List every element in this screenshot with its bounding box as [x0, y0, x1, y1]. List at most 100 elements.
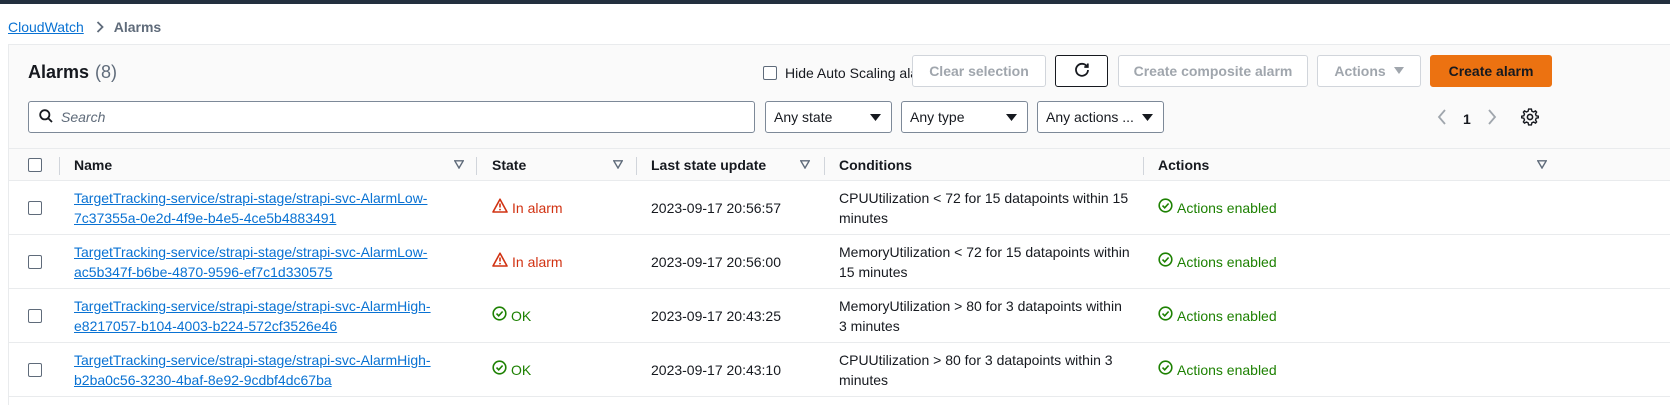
breadcrumb: CloudWatch Alarms — [8, 17, 161, 37]
alarm-count: (8) — [95, 62, 118, 82]
table-row[interactable]: TargetTracking-service/strapi-stage/stra… — [9, 235, 1670, 289]
state-text: OK — [511, 308, 532, 324]
next-page-icon[interactable] — [1487, 109, 1497, 128]
state-text: OK — [511, 362, 532, 378]
column-divider — [824, 157, 825, 175]
check-circle-icon — [492, 360, 511, 380]
column-divider — [59, 157, 60, 175]
last-state-update: 2023-09-17 20:43:25 — [651, 308, 781, 324]
actions-text: Actions enabled — [1177, 308, 1277, 324]
table-row[interactable]: TargetTracking-service/strapi-stage/stra… — [9, 181, 1670, 235]
clear-selection-button[interactable]: Clear selection — [912, 55, 1046, 87]
actions-enabled-status: Actions enabled — [1158, 360, 1277, 380]
actions-enabled-status: Actions enabled — [1158, 198, 1277, 218]
last-state-update: 2023-09-17 20:43:10 — [651, 362, 781, 378]
conditions-text: CPUUtilization < 72 for 15 datapoints wi… — [839, 190, 1129, 226]
state-filter-select[interactable]: Any state — [765, 101, 892, 133]
sort-caret-icon[interactable] — [1537, 160, 1547, 169]
row-checkbox[interactable] — [28, 363, 42, 377]
caret-down-icon — [1006, 109, 1017, 125]
pagination: 1 — [1437, 109, 1497, 128]
column-header-actions[interactable]: Actions — [1158, 149, 1209, 181]
row-checkbox[interactable] — [28, 255, 42, 269]
sort-caret-icon[interactable] — [454, 160, 464, 169]
check-circle-icon — [1158, 360, 1177, 380]
alarm-name-line1: TargetTracking-service/strapi-stage/stra… — [74, 244, 428, 260]
state-ok: OK — [492, 306, 531, 326]
alarms-panel: Alarms (8) Hide Auto Scaling alarms Clea… — [8, 44, 1670, 405]
alarm-name-link[interactable]: TargetTracking-service/strapi-stage/stra… — [74, 296, 434, 336]
create-alarm-button[interactable]: Create alarm — [1430, 55, 1552, 87]
page-title: Alarms (8) — [28, 62, 117, 83]
search-icon — [39, 108, 53, 126]
alarm-name-line2: e8217057-b104-4003-b224-572cf3526e46 — [74, 318, 338, 334]
alarm-name-line2: b2ba0c56-3230-4baf-8e92-9cdbf4dc67ba — [74, 372, 332, 388]
actions-text: Actions enabled — [1177, 254, 1277, 270]
warning-triangle-icon — [492, 252, 512, 272]
state-filter-value: Any state — [774, 109, 833, 125]
actions-enabled-status: Actions enabled — [1158, 252, 1277, 272]
refresh-button[interactable] — [1055, 55, 1108, 87]
conditions-text: MemoryUtilization < 72 for 15 datapoints… — [839, 244, 1130, 280]
alarm-name-link[interactable]: TargetTracking-service/strapi-stage/stra… — [74, 242, 434, 282]
search-box[interactable] — [28, 101, 755, 133]
row-checkbox[interactable] — [28, 201, 42, 215]
prev-page-icon[interactable] — [1437, 109, 1447, 128]
table-row[interactable]: TargetTracking-service/strapi-stage/stra… — [9, 343, 1670, 397]
actions-filter-select[interactable]: Any actions ... — [1037, 101, 1164, 133]
actions-filter-value: Any actions ... — [1046, 109, 1134, 125]
select-all-checkbox[interactable] — [28, 158, 42, 172]
column-header-conditions[interactable]: Conditions — [839, 149, 912, 181]
actions-dropdown-button[interactable]: Actions — [1317, 55, 1421, 87]
breadcrumb-cloudwatch-link[interactable]: CloudWatch — [8, 19, 84, 35]
type-filter-value: Any type — [910, 109, 965, 125]
column-header-last-state-update[interactable]: Last state update — [651, 149, 766, 181]
sort-caret-icon[interactable] — [800, 160, 810, 169]
hide-autoscaling-checkbox[interactable] — [763, 66, 777, 80]
last-state-update: 2023-09-17 20:56:00 — [651, 254, 781, 270]
page-number[interactable]: 1 — [1463, 111, 1471, 127]
column-header-name[interactable]: Name — [74, 149, 112, 181]
table-row[interactable]: TargetTracking-service/strapi-stage/stra… — [9, 289, 1670, 343]
caret-down-icon — [1393, 67, 1404, 75]
top-nav-bar — [0, 0, 1670, 4]
search-input[interactable] — [61, 109, 701, 125]
check-circle-icon — [1158, 306, 1177, 326]
caret-down-icon — [1142, 109, 1153, 125]
alarm-name-link[interactable]: TargetTracking-service/strapi-stage/stra… — [74, 350, 434, 390]
conditions-text: MemoryUtilization > 80 for 3 datapoints … — [839, 298, 1122, 334]
sort-caret-icon[interactable] — [613, 160, 623, 169]
alarm-name-link[interactable]: TargetTracking-service/strapi-stage/stra… — [74, 188, 434, 228]
actions-text: Actions enabled — [1177, 200, 1277, 216]
alarms-header: Alarms (8) Hide Auto Scaling alarms Clea… — [9, 45, 1670, 149]
state-in-alarm: In alarm — [492, 252, 563, 272]
alarm-name-line1: TargetTracking-service/strapi-stage/stra… — [74, 190, 428, 206]
actions-enabled-status: Actions enabled — [1158, 306, 1277, 326]
refresh-icon — [1074, 62, 1090, 81]
caret-down-icon — [870, 109, 881, 125]
settings-gear-icon[interactable] — [1521, 108, 1539, 129]
alarm-name-line1: TargetTracking-service/strapi-stage/stra… — [74, 352, 431, 368]
state-text: In alarm — [512, 200, 563, 216]
state-ok: OK — [492, 360, 531, 380]
page-title-text: Alarms — [28, 62, 90, 82]
state-text: In alarm — [512, 254, 563, 270]
column-divider — [636, 157, 637, 175]
check-circle-icon — [1158, 252, 1177, 272]
type-filter-select[interactable]: Any type — [901, 101, 1028, 133]
row-checkbox[interactable] — [28, 309, 42, 323]
column-header-state[interactable]: State — [492, 149, 526, 181]
check-circle-icon — [1158, 198, 1177, 218]
create-composite-alarm-button[interactable]: Create composite alarm — [1118, 55, 1308, 87]
actions-text: Actions enabled — [1177, 362, 1277, 378]
last-state-update: 2023-09-17 20:56:57 — [651, 200, 781, 216]
column-divider — [476, 157, 477, 175]
chevron-right-icon — [96, 21, 104, 33]
state-in-alarm: In alarm — [492, 198, 563, 218]
actions-button-label: Actions — [1334, 63, 1386, 79]
breadcrumb-current: Alarms — [113, 19, 162, 35]
alarms-table: Name State Last state update Conditions … — [9, 149, 1670, 397]
table-header: Name State Last state update Conditions … — [9, 149, 1670, 181]
alarm-name-line1: TargetTracking-service/strapi-stage/stra… — [74, 298, 431, 314]
warning-triangle-icon — [492, 198, 512, 218]
